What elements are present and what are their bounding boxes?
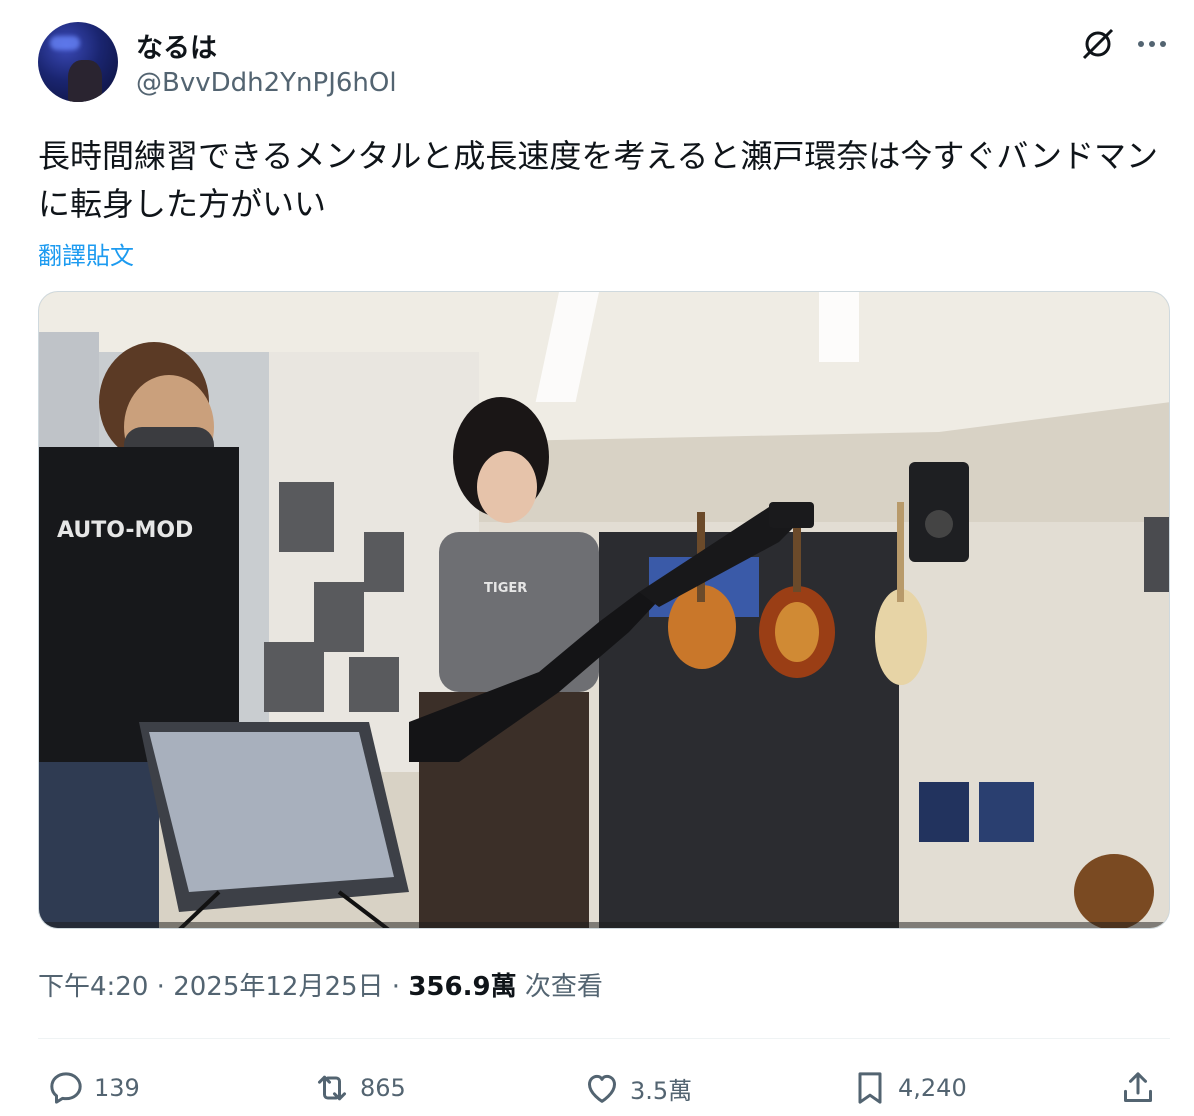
tweet-media[interactable]: AUTO-MOD TIGER: [38, 291, 1170, 929]
reply-button[interactable]: 139: [46, 1066, 140, 1110]
bookmark-button[interactable]: 4,240: [850, 1066, 967, 1110]
share-icon: [1124, 1072, 1152, 1102]
divider: [38, 1038, 1170, 1039]
tweet-date[interactable]: 2025年12月25日: [173, 972, 383, 1002]
like-button[interactable]: 3.5萬: [582, 1066, 692, 1110]
more-icon[interactable]: [1134, 26, 1170, 62]
like-icon: [588, 1074, 616, 1103]
user-handle[interactable]: @BvvDdh2YnPJ6hOl: [136, 68, 397, 98]
video-frame: AUTO-MOD TIGER: [39, 292, 1169, 928]
repost-icon: [318, 1075, 346, 1101]
reply-icon: [50, 1072, 82, 1104]
reply-count: 139: [94, 1074, 140, 1102]
repost-button[interactable]: 865: [312, 1066, 406, 1110]
man-shirt-text: AUTO-MOD: [57, 518, 193, 543]
meta-separator: ·: [383, 972, 409, 1002]
repost-count: 865: [360, 1074, 406, 1102]
avatar-glow: [50, 36, 80, 50]
avatar-figure: [68, 60, 102, 102]
like-count: 3.5萬: [630, 1076, 693, 1105]
view-suffix: 次查看: [516, 972, 603, 1002]
bookmark-count: 4,240: [898, 1074, 967, 1102]
share-button[interactable]: [1118, 1066, 1166, 1110]
tweet-time[interactable]: 下午4:20: [38, 972, 148, 1002]
display-name[interactable]: なるは: [136, 26, 217, 65]
grok-icon[interactable]: [1080, 26, 1116, 62]
tweet-text: 長時間練習できるメンタルと成長速度を考えると瀬戸環奈は今すぐバンドマンに転身した…: [38, 137, 1159, 223]
tweet-meta: 下午4:20 · 2025年12月25日 · 356.9萬 次查看: [38, 966, 603, 1003]
bookmark-icon: [858, 1072, 882, 1104]
girl-shirt-text: TIGER: [484, 581, 527, 596]
translate-link[interactable]: 翻譯貼文: [38, 236, 134, 271]
avatar[interactable]: [38, 22, 118, 102]
meta-separator: ·: [148, 972, 174, 1002]
view-count: 356.9萬: [408, 972, 517, 1002]
